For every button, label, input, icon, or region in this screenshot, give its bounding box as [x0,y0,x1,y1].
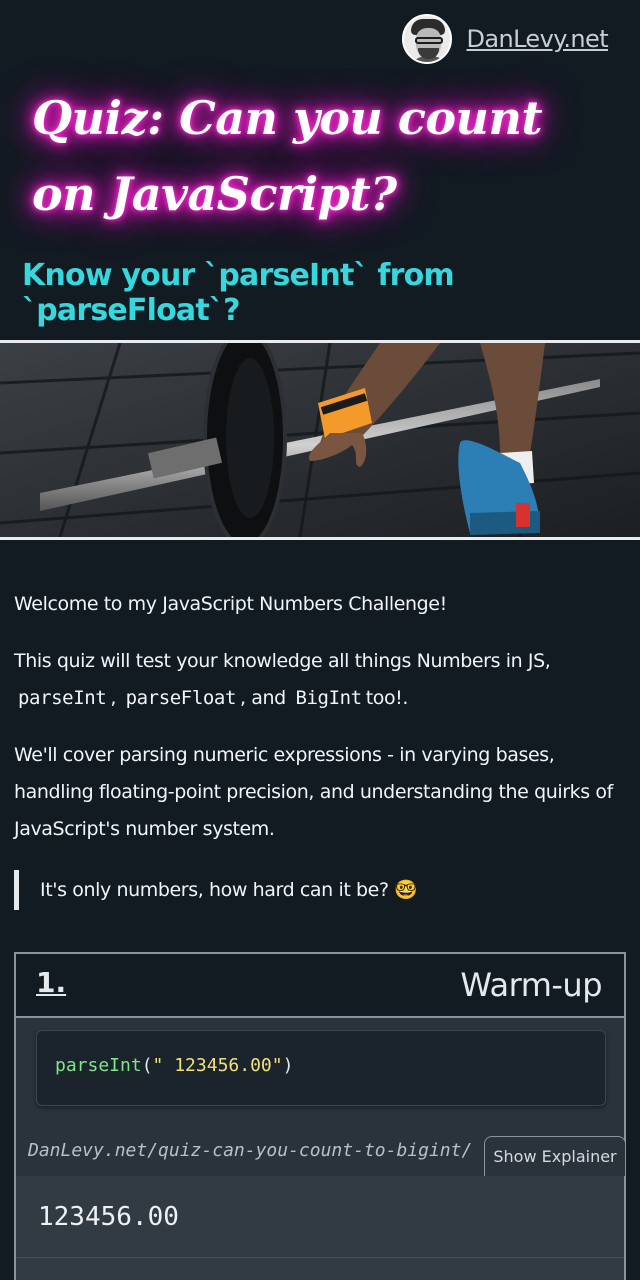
page-title: Quiz: Can you count on JavaScript? [32,91,543,221]
intro-content: Welcome to my JavaScript Numbers Challen… [14,586,614,848]
challenge-url: DanLevy.net/quiz-can-you-count-to-bigint… [28,1140,473,1161]
answer-option[interactable]: 123456.00 [16,1176,624,1258]
challenge-title: Warm-up [460,966,602,1004]
code-BigInt: BigInt [295,687,362,709]
code-parseInt: parseInt [18,687,107,709]
code-parseFloat: parseFloat [125,687,237,709]
challenge-code-block: parseInt(" 123456.00") [36,1030,606,1106]
intro-tail: too!. [365,687,409,709]
author-avatar [402,14,453,64]
challenge-number-link[interactable]: 1. [36,966,66,999]
answer-options: 123456.00 [16,1176,624,1280]
intro-paragraph-topics: We'll cover parsing numeric expressions … [14,744,613,840]
intro-scope-text: This quiz will test your knowledge all t… [14,650,551,672]
code-token-function: parseInt [55,1055,142,1076]
intro-paragraph-scope: This quiz will test your knowledge all t… [14,643,614,717]
page-subtitle: Know your `parseInt` from `parseFloat`? [22,258,455,328]
intro-sep-2: , and [239,687,286,709]
challenge-card: 1. Warm-up parseInt(" 123456.00") DanLev… [14,952,626,1280]
code-token-string: " 123456.00" [152,1055,283,1076]
challenge-header: 1. Warm-up [16,954,624,1018]
intro-sep-1: , [110,687,116,709]
code-token-open-paren: ( [141,1055,153,1076]
hero-image [0,340,640,540]
barbell-deadlift-photo [0,343,640,537]
site-name[interactable]: DanLevy.net [466,25,608,53]
code-token-close-paren: ) [282,1055,294,1076]
intro-paragraph-welcome: Welcome to my JavaScript Numbers Challen… [14,593,447,615]
site-home-link[interactable]: DanLevy.net [402,14,609,64]
show-explainer-button[interactable]: Show Explainer [484,1136,626,1176]
intro-quote: It's only numbers, how hard can it be? 🤓 [14,870,418,910]
